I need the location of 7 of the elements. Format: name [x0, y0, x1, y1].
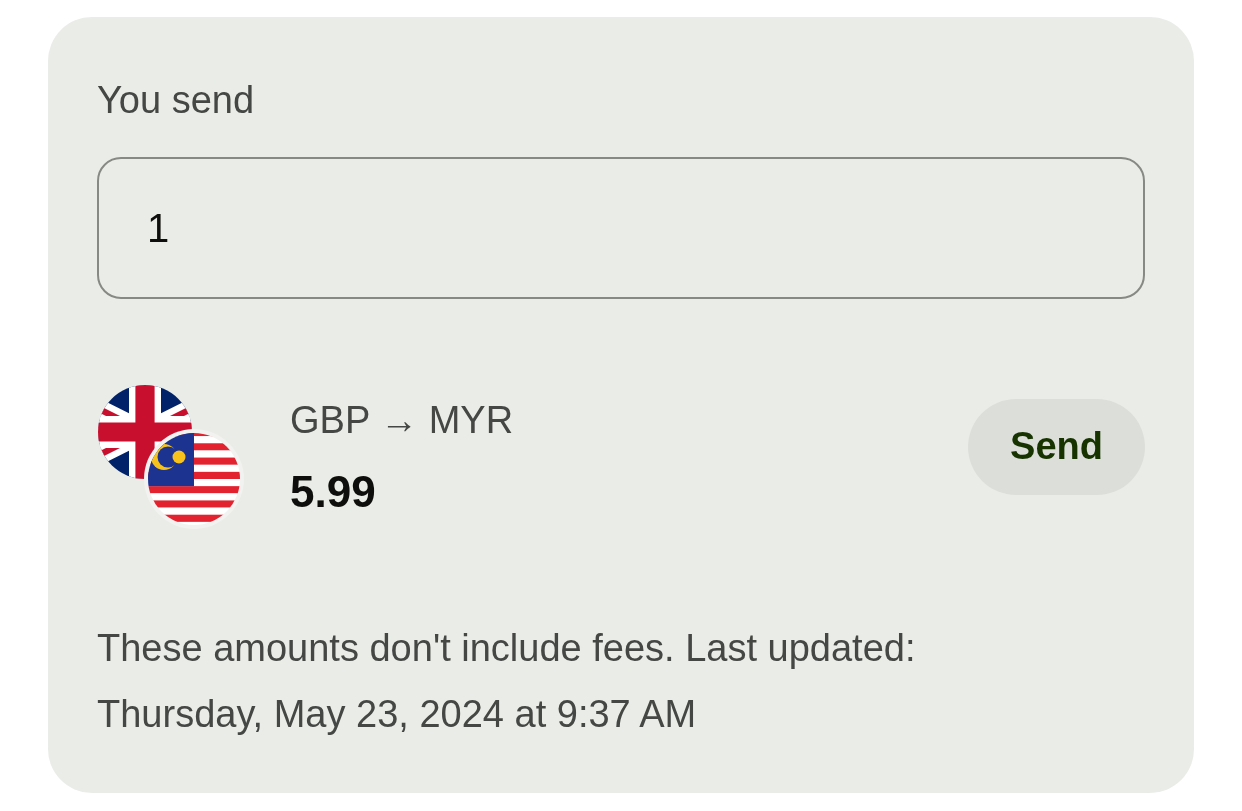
amount-input[interactable]: 1	[97, 157, 1145, 299]
malaysia-flag-icon	[144, 429, 244, 529]
currency-pair: GBP → MYR	[290, 397, 514, 443]
send-button[interactable]: Send	[968, 398, 1145, 495]
exchange-rate: 5.99	[290, 466, 376, 517]
footer-note: These amounts don't include fees. Last updated: Thursday, May 23, 2024 at 9:37 AM	[97, 626, 917, 737]
send-label: You send	[97, 78, 255, 123]
